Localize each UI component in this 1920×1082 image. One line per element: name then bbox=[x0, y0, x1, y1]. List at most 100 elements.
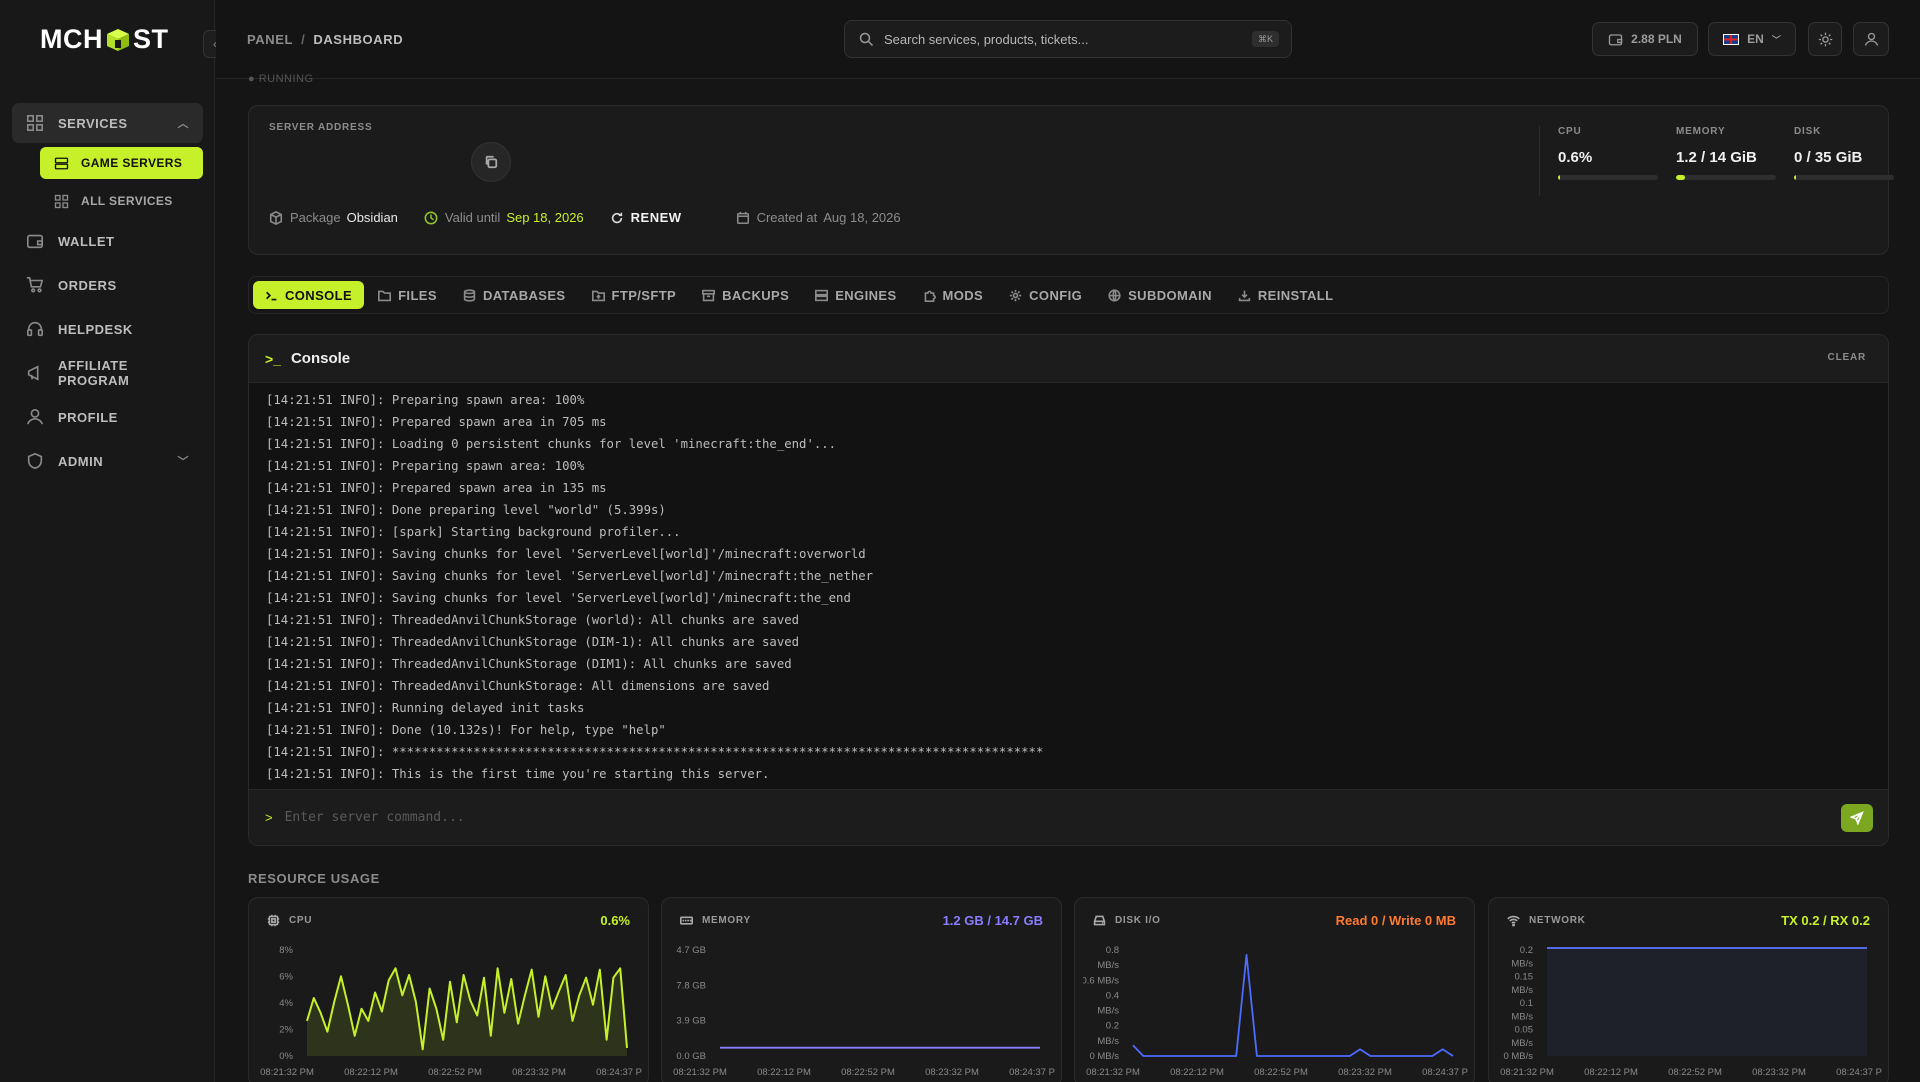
tab-label: BACKUPS bbox=[722, 287, 790, 303]
console-title: Console bbox=[290, 350, 351, 367]
package-info: Package Obsidian bbox=[269, 210, 398, 225]
tab-console[interactable]: CONSOLE bbox=[253, 281, 365, 309]
x-tick-label: 08:21:32 PM bbox=[1500, 1067, 1554, 1078]
language-selector[interactable]: EN ﹀ bbox=[1708, 22, 1796, 56]
sidebar-item-helpdesk[interactable]: HELPDESK bbox=[12, 307, 203, 351]
series-line bbox=[1132, 953, 1454, 1057]
stats-divider bbox=[1539, 126, 1540, 196]
disk-card-value: Read 0 / Write 0 MB bbox=[1335, 913, 1456, 928]
y-tick-label: 7.8 GB bbox=[676, 980, 706, 991]
copy-address-button[interactable] bbox=[471, 142, 511, 182]
console-output[interactable]: [14:21:51 INFO]: Preparing spawn area: 1… bbox=[249, 383, 1888, 793]
search-box[interactable]: Search services, products, tickets... ⌘K bbox=[844, 20, 1292, 58]
disk-card-label: DISK I/O bbox=[1115, 915, 1161, 926]
sidebar-item-orders[interactable]: ORDERS bbox=[12, 263, 203, 307]
tab-subdomain[interactable]: SUBDOMAIN bbox=[1096, 281, 1224, 309]
folder-upload-icon bbox=[591, 290, 605, 301]
tab-files[interactable]: FILES bbox=[366, 281, 449, 309]
folder-icon bbox=[378, 290, 392, 301]
tab-engines[interactable]: ENGINES bbox=[803, 281, 908, 309]
tab-ftp-sftp[interactable]: FTP/SFTP bbox=[580, 281, 689, 309]
terminal-icon: >_ bbox=[265, 350, 281, 367]
cube-logo-icon bbox=[107, 28, 129, 51]
breadcrumb: PANEL / DASHBOARD bbox=[247, 32, 403, 47]
console-line: [14:21:51 INFO]: Preparing spawn area: 1… bbox=[266, 393, 585, 407]
valid-value: Sep 18, 2026 bbox=[506, 210, 584, 225]
console-command-input[interactable] bbox=[284, 810, 1685, 825]
tab-config[interactable]: CONFIG bbox=[997, 281, 1094, 309]
memory-usage-card: MEMORY 1.2 GB / 14.7 GB 4.7 GB 7.8 GB 3.9 … bbox=[661, 897, 1062, 1082]
send-command-button[interactable] bbox=[1841, 804, 1873, 832]
cpu-usage-card: CPU 0.6% 8% 6% 4% 2% 0% 08:21:32 PM 08:22:12 P… bbox=[248, 897, 649, 1082]
console-line: [14:21:51 INFO]: Saving chunks for level… bbox=[266, 547, 866, 561]
console-line: [14:21:51 INFO]: This is the first time … bbox=[266, 767, 770, 781]
database-icon bbox=[463, 288, 476, 302]
y-tick-label: 0.0 GB bbox=[676, 1051, 706, 1062]
tab-mods[interactable]: MODS bbox=[911, 281, 996, 309]
user-menu-button[interactable] bbox=[1853, 22, 1889, 56]
language-value: EN bbox=[1747, 32, 1764, 46]
sidebar-item-services[interactable]: SERVICES ︿ bbox=[12, 103, 203, 143]
memory-stat-value: 1.2 / 14 GiB bbox=[1676, 149, 1757, 166]
sidebar-item-all-services[interactable]: ALL SERVICES bbox=[40, 183, 203, 219]
tab-label: REINSTALL bbox=[1257, 287, 1334, 303]
chevron-down-icon: ﹀ bbox=[177, 456, 189, 468]
renew-button[interactable]: RENEW bbox=[610, 210, 682, 225]
network-card-label: NETWORK bbox=[1529, 915, 1586, 926]
search-icon bbox=[859, 32, 874, 46]
valid-label: Valid until bbox=[444, 210, 501, 225]
sidebar-item-label: WALLET bbox=[58, 233, 115, 249]
disk-stat-bar bbox=[1794, 175, 1894, 180]
sidebar-item-label: HELPDESK bbox=[58, 321, 133, 337]
y-tick-label: 6% bbox=[279, 972, 293, 983]
sidebar-item-wallet[interactable]: WALLET bbox=[12, 219, 203, 263]
server-icon bbox=[54, 157, 69, 169]
balance-button[interactable]: 2.88 PLN bbox=[1592, 22, 1698, 56]
y-tick-label: 4.7 GB bbox=[676, 945, 706, 956]
cpu-icon bbox=[267, 914, 280, 927]
tab-label: CONSOLE bbox=[285, 287, 353, 303]
breadcrumb-dashboard: DASHBOARD bbox=[313, 32, 404, 47]
y-tick-label: 4% bbox=[279, 998, 293, 1009]
disk-stat-value: 0 / 35 GiB bbox=[1794, 149, 1863, 166]
user-icon bbox=[1864, 32, 1878, 46]
x-tick-label: 08:24:37 PM bbox=[1836, 1067, 1882, 1078]
clear-console-button[interactable]: CLEAR bbox=[1828, 352, 1866, 363]
tab-backups[interactable]: BACKUPS bbox=[690, 281, 801, 309]
megaphone-icon bbox=[27, 365, 39, 381]
sidebar-nav: SERVICES ︿ GAME SERVERS ALL SERVICES WAL… bbox=[12, 103, 203, 483]
tab-reinstall[interactable]: REINSTALL bbox=[1226, 281, 1346, 309]
sidebar-item-profile[interactable]: PROFILE bbox=[12, 395, 203, 439]
console-line: [14:21:51 INFO]: ***********************… bbox=[266, 745, 1044, 759]
theme-toggle-button[interactable] bbox=[1808, 22, 1842, 56]
search-shortcut: ⌘K bbox=[1251, 31, 1279, 47]
x-tick-label: 08:24:37 PM bbox=[596, 1067, 642, 1078]
main-content: ● RUNNING SERVER ADDRESS Package Obsidian… bbox=[216, 73, 1920, 1082]
sidebar-item-affiliate-program[interactable]: AFFILIATE PROGRAM bbox=[12, 351, 203, 395]
sidebar-item-game-servers[interactable]: GAME SERVERS bbox=[40, 147, 203, 179]
cpu-card-header: CPU bbox=[267, 914, 312, 927]
console-header: >_ Console bbox=[249, 335, 1888, 383]
sidebar-item-admin[interactable]: ADMIN ﹀ bbox=[12, 439, 203, 483]
disk-stat-label: DISK bbox=[1794, 126, 1822, 137]
wifi-icon bbox=[1507, 915, 1520, 927]
tab-label: CONFIG bbox=[1029, 287, 1083, 303]
console-line: [14:21:51 INFO]: Running delayed init ta… bbox=[266, 701, 585, 715]
x-tick-label: 08:21:32 PM bbox=[673, 1067, 727, 1078]
console-line: [14:21:51 INFO]: Saving chunks for level… bbox=[266, 591, 851, 605]
chevron-up-icon: ︿ bbox=[177, 118, 189, 130]
breadcrumb-panel[interactable]: PANEL bbox=[247, 32, 293, 47]
sun-icon bbox=[1818, 32, 1832, 46]
headset-icon bbox=[26, 321, 44, 337]
grid-icon bbox=[26, 114, 44, 132]
y-tick-label: MB/s bbox=[1097, 1006, 1119, 1017]
gear-icon bbox=[1009, 289, 1022, 301]
x-tick-label: 08:23:32 PM bbox=[1338, 1067, 1392, 1078]
memory-card-label: MEMORY bbox=[702, 915, 751, 926]
cpu-stat-value: 0.6% bbox=[1558, 149, 1593, 166]
y-tick-label: MB/s bbox=[1511, 1038, 1533, 1049]
console-line: [14:21:51 INFO]: [spark] Starting backgr… bbox=[266, 525, 681, 539]
logo[interactable]: MCH ST bbox=[40, 24, 169, 55]
logo-text-right: ST bbox=[133, 24, 169, 54]
tab-databases[interactable]: DATABASES bbox=[451, 281, 578, 309]
